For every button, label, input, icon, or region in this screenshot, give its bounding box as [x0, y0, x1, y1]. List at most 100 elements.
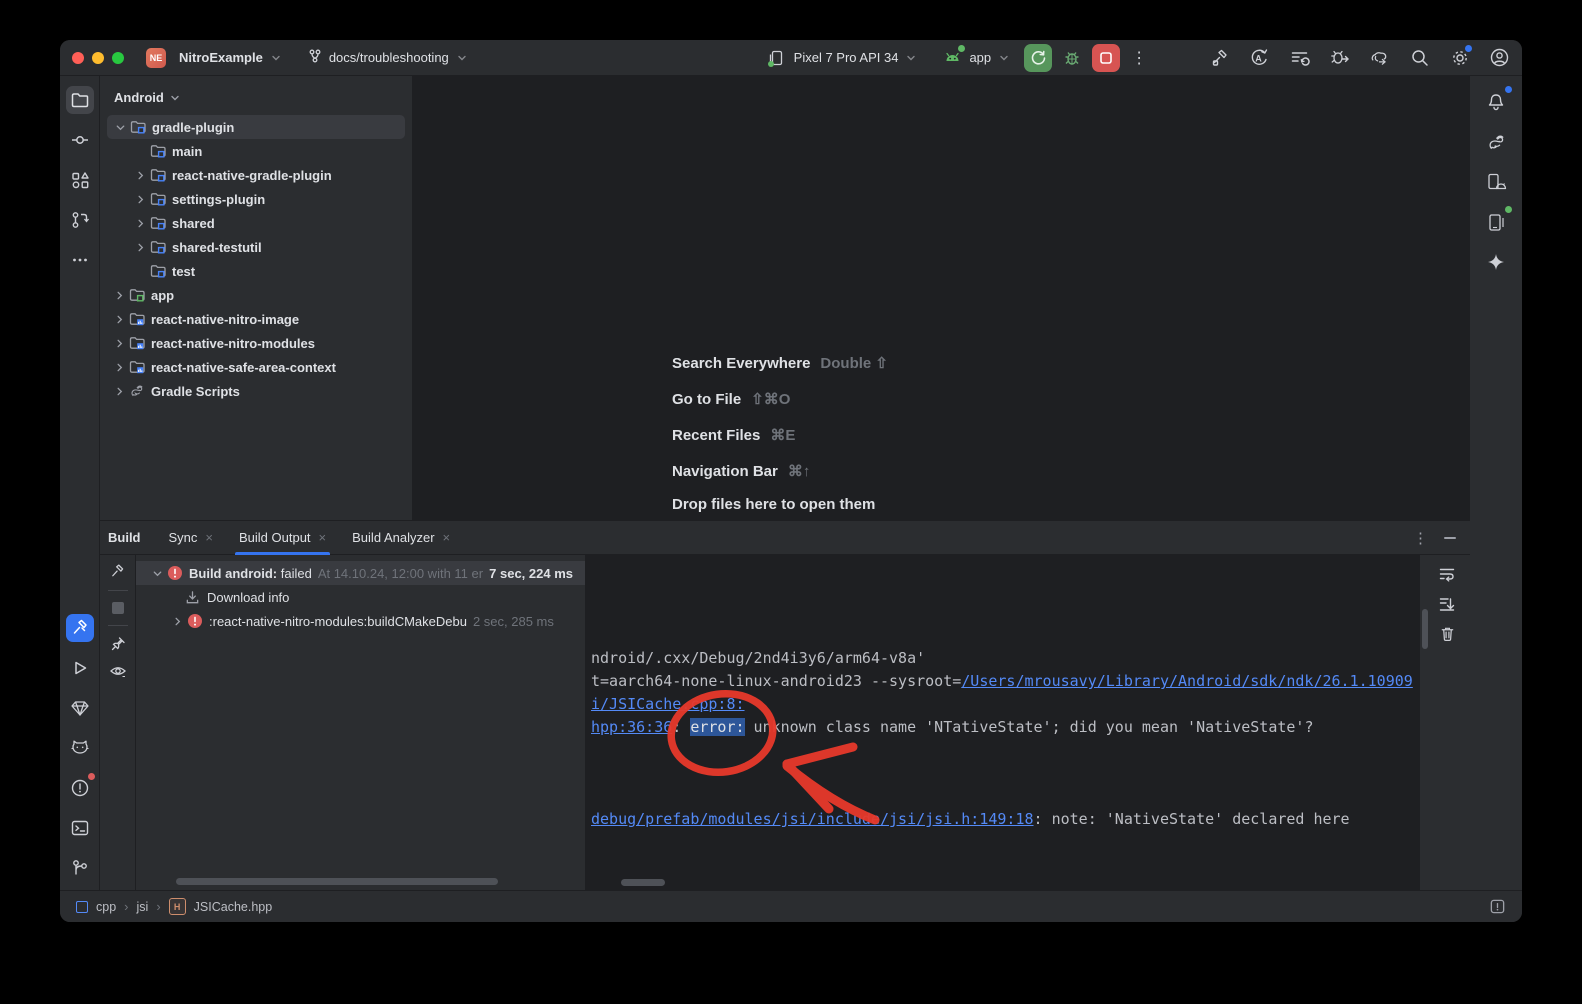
horizontal-scrollbar[interactable]	[176, 878, 498, 885]
chevron-right-icon[interactable]	[131, 190, 149, 208]
tree-item-label: react-native-gradle-plugin	[172, 168, 332, 183]
commit-tool-button[interactable]	[66, 126, 94, 154]
tab-build-output[interactable]: Build Output ×	[239, 521, 326, 555]
tree-item-main[interactable]: main	[100, 139, 412, 163]
debug-button[interactable]	[1058, 44, 1086, 72]
tree-item-shared-testutil[interactable]: shared-testutil	[100, 235, 412, 259]
breadcrumb-cpp[interactable]: cpp	[96, 900, 116, 914]
chevron-down-icon[interactable]	[111, 118, 129, 136]
device-name: Pixel 7 Pro API 34	[794, 50, 899, 65]
apply-code-changes-icon[interactable]	[1329, 47, 1350, 68]
tree-item-react-native-gradle-plugin[interactable]: react-native-gradle-plugin	[100, 163, 412, 187]
breadcrumb-file[interactable]: JSICache.hpp	[194, 900, 273, 914]
scroll-to-end-icon[interactable]	[1438, 595, 1456, 613]
tree-item-test[interactable]: test	[100, 259, 412, 283]
close-tab-icon[interactable]: ×	[319, 530, 327, 545]
tab-sync[interactable]: Sync ×	[169, 521, 214, 555]
notifications-tool-button[interactable]	[1482, 88, 1510, 116]
app-quality-insights-tool-button[interactable]	[66, 694, 94, 722]
device-manager-tool-button[interactable]	[1482, 168, 1510, 196]
project-view-selector[interactable]: Android	[100, 76, 412, 115]
breadcrumb-jsi[interactable]: jsi	[137, 900, 149, 914]
tree-item-react-native-safe-area-context[interactable]: react-native-safe-area-context	[100, 355, 412, 379]
console-file-link[interactable]: debug/prefab/modules/jsi/include/jsi/jsi…	[591, 810, 1034, 828]
project-tool-button[interactable]	[66, 86, 94, 114]
tree-item-react-native-nitro-image[interactable]: react-native-nitro-image	[100, 307, 412, 331]
run-tool-button[interactable]	[66, 654, 94, 682]
tree-item-app[interactable]: app	[100, 283, 412, 307]
tree-item-settings-plugin[interactable]: settings-plugin	[100, 187, 412, 211]
build-tool-button[interactable]	[66, 614, 94, 642]
more-tools-button[interactable]	[66, 246, 94, 274]
project-view-label: Android	[114, 90, 164, 105]
build-output-console[interactable]: ndroid/.cxx/Debug/2nd4i3y6/arm64-v8a't=a…	[585, 555, 1420, 890]
hide-tool-window-button[interactable]	[1444, 537, 1456, 539]
clear-console-trash-icon[interactable]	[1439, 625, 1456, 642]
tab-build-analyzer[interactable]: Build Analyzer ×	[352, 521, 450, 555]
stop-button[interactable]	[1092, 44, 1120, 72]
more-actions-menu[interactable]: ⋮	[1131, 48, 1148, 68]
failed-task-row[interactable]: :react-native-nitro-modules:buildCMakeDe…	[136, 609, 585, 633]
search-icon[interactable]	[1409, 47, 1430, 68]
chevron-right-icon[interactable]	[131, 238, 149, 256]
chevron-right-icon[interactable]	[110, 334, 128, 352]
terminal-tool-button[interactable]	[66, 814, 94, 842]
settings-gear-icon[interactable]	[1449, 47, 1470, 68]
console-file-link[interactable]: /Users/mrousavy/Library/Android/sdk/ndk/…	[961, 672, 1413, 690]
device-selector[interactable]: Pixel 7 Pro API 34	[767, 47, 917, 68]
download-info-row[interactable]: Download info	[136, 585, 585, 609]
more-dots-icon	[71, 251, 89, 269]
sync-list-icon[interactable]	[1289, 47, 1310, 68]
chevron-right-icon[interactable]	[110, 382, 128, 400]
tree-item-react-native-nitro-modules[interactable]: react-native-nitro-modules	[100, 331, 412, 355]
profiler-icon[interactable]	[1369, 47, 1390, 68]
gemini-tool-button[interactable]	[1482, 248, 1510, 276]
running-devices-tool-button[interactable]	[1482, 208, 1510, 236]
pin-icon[interactable]	[110, 636, 126, 652]
structure-tool-button[interactable]	[66, 166, 94, 194]
build-options-menu[interactable]: ⋮	[1413, 529, 1428, 547]
chevron-right-icon[interactable]	[168, 612, 186, 630]
tree-item-shared[interactable]: shared	[100, 211, 412, 235]
branch-selector[interactable]: docs/troubleshooting	[307, 48, 467, 67]
chevron-right-icon[interactable]	[110, 310, 128, 328]
chevron-right-icon[interactable]	[110, 358, 128, 376]
logcat-tool-button[interactable]	[66, 734, 94, 762]
chevron-down-icon[interactable]	[148, 564, 166, 582]
chevron-right-icon[interactable]	[131, 214, 149, 232]
chevron-right-icon[interactable]	[110, 286, 128, 304]
soft-wrap-icon[interactable]	[1438, 565, 1456, 583]
zoom-window-button[interactable]	[112, 52, 124, 64]
tree-item-gradle-scripts[interactable]: Gradle Scripts	[100, 379, 412, 403]
console-file-link[interactable]: hpp:36:36	[591, 718, 672, 736]
event-log-icon[interactable]	[1489, 898, 1506, 915]
close-window-button[interactable]	[72, 52, 84, 64]
tree-item-gradle-plugin[interactable]: gradle-plugin	[107, 115, 405, 139]
close-tab-icon[interactable]: ×	[443, 530, 451, 545]
build-tree: Build android: failed At 14.10.24, 12:00…	[136, 555, 585, 890]
chevron-right-icon[interactable]	[131, 166, 149, 184]
pull-requests-tool-button[interactable]	[66, 206, 94, 234]
project-selector[interactable]: NE NitroExample	[146, 48, 281, 68]
console-text: :	[672, 718, 690, 736]
problems-tool-button[interactable]	[66, 774, 94, 802]
account-avatar-icon[interactable]	[1489, 47, 1510, 68]
gradle-tool-button[interactable]	[1482, 128, 1510, 156]
build-hammer-icon[interactable]	[1209, 47, 1230, 68]
console-vertical-scrollbar[interactable]	[1422, 609, 1428, 649]
close-tab-icon[interactable]: ×	[205, 530, 213, 545]
version-control-tool-button[interactable]	[66, 854, 94, 882]
run-config-selector[interactable]: app	[942, 47, 1009, 68]
minimize-window-button[interactable]	[92, 52, 104, 64]
console-file-link[interactable]: i/JSICache.cpp:8:	[591, 695, 745, 713]
rerun-button[interactable]	[1024, 44, 1052, 72]
filter-eye-icon[interactable]	[109, 662, 127, 680]
apply-changes-icon[interactable]: A	[1249, 47, 1270, 68]
build-result-row[interactable]: Build android: failed At 14.10.24, 12:00…	[136, 561, 585, 585]
restart-build-icon[interactable]	[109, 563, 126, 580]
console-horizontal-scrollbar[interactable]	[621, 879, 665, 886]
terminal-icon	[70, 818, 90, 838]
chevron-down-icon	[999, 53, 1009, 63]
android-icon	[942, 47, 963, 68]
tree-item-label: react-native-nitro-image	[151, 312, 299, 327]
